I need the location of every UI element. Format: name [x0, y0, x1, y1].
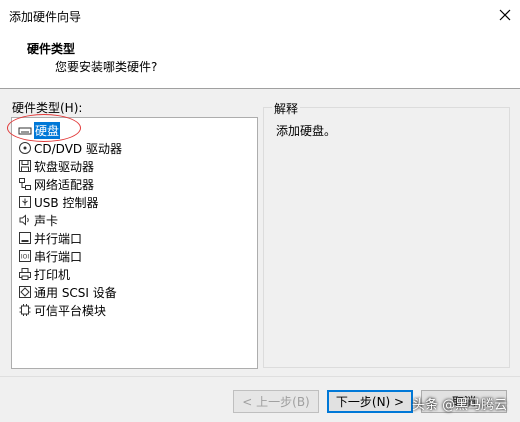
network-adapter-icon [19, 178, 31, 190]
hard-disk-icon [18, 127, 32, 135]
next-button[interactable]: 下一步(N) > [327, 390, 413, 413]
printer-icon [19, 268, 31, 280]
page-subtitle: 您要安装哪类硬件? [55, 60, 158, 74]
floppy-icon [19, 160, 31, 172]
explanation-label: 解释 [272, 100, 301, 117]
explanation-text: 添加硬盘。 [276, 124, 337, 138]
window-title: 添加硬件向导 [9, 10, 82, 24]
parallel-port-icon [19, 232, 31, 244]
hardware-type-list[interactable]: 硬盘 CD/DVD 驱动器 软盘驱动器 网络适配器 USB 控制器 声卡 并行端… [11, 117, 258, 369]
back-button[interactable]: < 上一步(B) [233, 390, 319, 413]
list-item-floppy[interactable]: 软盘驱动器 [18, 157, 94, 175]
list-item-hard-disk[interactable]: 硬盘 [18, 121, 61, 139]
list-item-scsi[interactable]: 通用 SCSI 设备 [18, 283, 117, 301]
wizard-body: 硬件类型(H): 硬盘 CD/DVD 驱动器 软盘驱动器 网络适配器 USB 控… [0, 89, 520, 376]
wizard-header: 硬件类型 您要安装哪类硬件? [0, 30, 520, 88]
scsi-icon [19, 286, 31, 298]
usb-icon [19, 196, 31, 208]
close-button[interactable] [490, 0, 520, 30]
watermark: 头条 @黑马腾云 [412, 398, 508, 413]
svg-text:IOI: IOI [21, 254, 29, 261]
title-bar: 添加硬件向导 [0, 0, 520, 30]
close-icon [499, 9, 511, 21]
list-item-tpm[interactable]: 可信平台模块 [18, 301, 106, 319]
list-item-parallel-port[interactable]: 并行端口 [18, 229, 82, 247]
cd-dvd-icon [19, 142, 31, 154]
explanation-group: 解释 添加硬盘。 [263, 100, 510, 368]
list-item-network[interactable]: 网络适配器 [18, 175, 94, 193]
list-item-usb[interactable]: USB 控制器 [18, 193, 98, 211]
tpm-icon [19, 304, 31, 316]
hardware-type-label: 硬件类型(H): [12, 101, 83, 115]
serial-port-icon: IOI [19, 250, 31, 262]
sound-card-icon [19, 214, 29, 226]
page-title: 硬件类型 [27, 42, 76, 56]
list-item-cd-dvd[interactable]: CD/DVD 驱动器 [18, 139, 122, 157]
list-item-sound-card[interactable]: 声卡 [18, 211, 58, 229]
list-item-serial-port[interactable]: IOI 串行端口 [18, 247, 82, 265]
list-item-printer[interactable]: 打印机 [18, 265, 70, 283]
